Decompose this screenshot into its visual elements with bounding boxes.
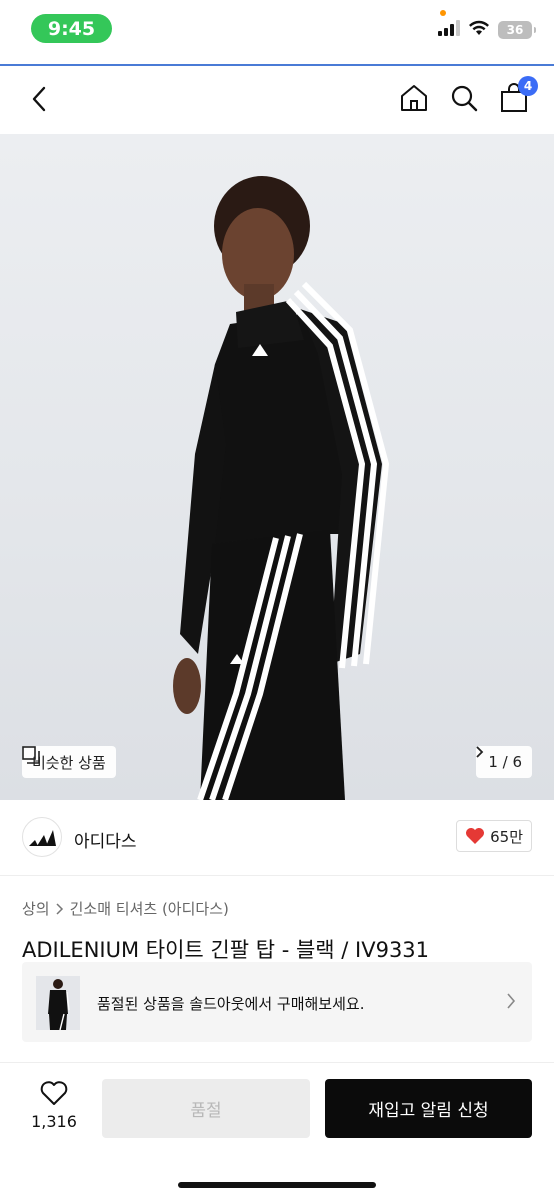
cart-button[interactable]: 4 xyxy=(498,76,538,114)
brand-row: 아디다스 65만 xyxy=(0,800,554,876)
brand-like-count: 65만 xyxy=(490,827,523,846)
breadcrumb-subcategory[interactable]: 긴소매 티셔츠 (아디다스) xyxy=(70,898,229,919)
wifi-icon xyxy=(468,20,490,40)
adidas-logo[interactable] xyxy=(22,817,62,857)
gallery-page-indicator[interactable]: 1 / 6 xyxy=(476,746,532,778)
similar-items-icon xyxy=(22,746,40,764)
page-indicator-text: 1 / 6 xyxy=(488,753,522,771)
brand-like-button[interactable]: 65만 xyxy=(456,820,532,852)
status-bar: 9:45 36 xyxy=(0,0,554,62)
soldout-marketplace-banner[interactable]: 품절된 상품을 솔드아웃에서 구매해보세요. xyxy=(22,962,532,1042)
home-icon xyxy=(401,85,427,111)
heart-outline-icon xyxy=(40,1081,68,1105)
breadcrumb-category[interactable]: 상의 xyxy=(22,898,50,919)
product-photo xyxy=(173,176,390,800)
banner-thumbnail xyxy=(36,976,80,1030)
wishlist-count: 1,316 xyxy=(31,1112,77,1131)
similar-products-label: 비슷한 상품 xyxy=(32,753,106,772)
back-chevron-icon xyxy=(32,86,46,112)
search-button[interactable] xyxy=(448,82,480,114)
search-icon xyxy=(451,85,478,112)
breadcrumb: 상의 긴소매 티셔츠 (아디다스) xyxy=(22,898,229,919)
banner-text: 품절된 상품을 솔드아웃에서 구매해보세요. xyxy=(97,995,365,1013)
similar-products-button[interactable]: 비슷한 상품 xyxy=(22,746,116,778)
chevron-right-icon xyxy=(507,993,516,1009)
privacy-indicator-dot xyxy=(440,10,446,16)
back-button[interactable] xyxy=(24,84,54,114)
chevron-right-icon xyxy=(476,746,484,758)
heart-filled-icon xyxy=(466,828,485,844)
product-image-gallery[interactable]: 비슷한 상품 1 / 6 xyxy=(0,134,554,800)
wishlist-button[interactable]: 1,316 xyxy=(28,1080,80,1131)
restock-alert-button[interactable]: 재입고 알림 신청 xyxy=(325,1079,532,1138)
status-time: 9:45 xyxy=(31,14,112,43)
cart-count-badge: 4 xyxy=(518,76,538,96)
soldout-button[interactable]: 품절 xyxy=(102,1079,310,1138)
top-nav-bar: 4 xyxy=(0,66,554,134)
chevron-right-icon xyxy=(56,902,63,915)
brand-name[interactable]: 아디다스 xyxy=(74,827,137,852)
home-indicator xyxy=(178,1182,376,1188)
battery-icon: 36 xyxy=(498,21,536,39)
home-button[interactable] xyxy=(398,82,430,114)
product-title: ADILENIUM 타이트 긴팔 탑 - 블랙 / IV9331 xyxy=(22,938,430,962)
cellular-signal-icon xyxy=(438,20,460,40)
bottom-bar-divider xyxy=(0,1062,554,1063)
status-icons: 36 xyxy=(438,20,536,40)
